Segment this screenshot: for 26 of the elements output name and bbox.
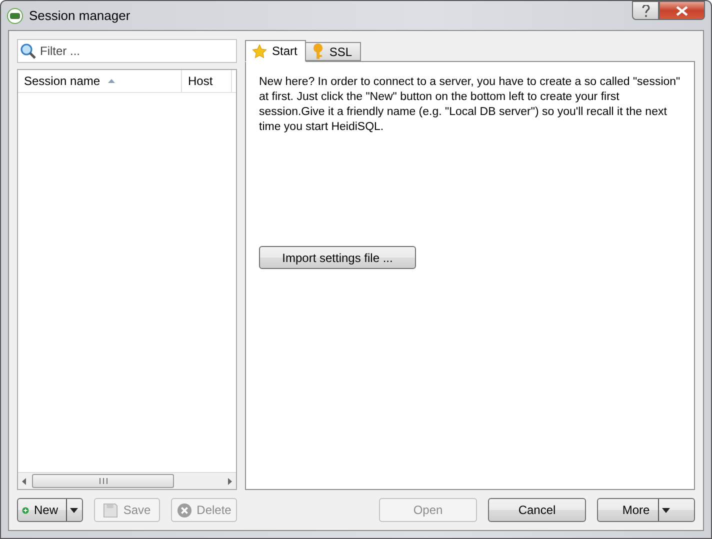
intro-text: New here? In order to connect to a server, you have to create a so called "session" at first. Just click the "New" button on the bottom left to create your first session.Give it a friendly name (e.g. "Local DB server") so you'll recall it the next time you start HeidiSQL. bbox=[259, 75, 681, 135]
tab[interactable]: Start bbox=[245, 40, 306, 62]
import-settings-button[interactable]: Import settings file ... bbox=[259, 246, 416, 269]
key-icon bbox=[312, 43, 324, 60]
horizontal-scrollbar[interactable] bbox=[18, 472, 236, 489]
new-button[interactable]: New bbox=[17, 498, 83, 522]
x-circle-icon bbox=[176, 502, 192, 518]
column-header[interactable]: Session name bbox=[18, 70, 182, 92]
close-button[interactable] bbox=[659, 1, 705, 20]
filter-field[interactable]: Filter ... bbox=[17, 39, 237, 63]
app-logo-icon bbox=[7, 8, 23, 24]
caret-icon bbox=[662, 508, 670, 512]
tab[interactable]: SSL bbox=[305, 42, 362, 61]
scroll-left-icon[interactable] bbox=[22, 478, 26, 484]
sort-up-icon bbox=[108, 79, 116, 83]
question-mark-icon bbox=[642, 4, 650, 16]
window-title: Session manager bbox=[29, 8, 132, 23]
help-button[interactable] bbox=[632, 1, 659, 20]
column-header[interactable]: Host bbox=[182, 70, 232, 92]
scroll-right-icon[interactable] bbox=[228, 478, 232, 484]
close-icon bbox=[676, 6, 688, 16]
dialog-button[interactable]: More bbox=[597, 498, 695, 522]
grip-icon bbox=[98, 478, 108, 484]
caret-icon bbox=[70, 508, 78, 512]
star-icon bbox=[252, 44, 267, 58]
dialog-button[interactable]: Cancel bbox=[488, 498, 586, 522]
